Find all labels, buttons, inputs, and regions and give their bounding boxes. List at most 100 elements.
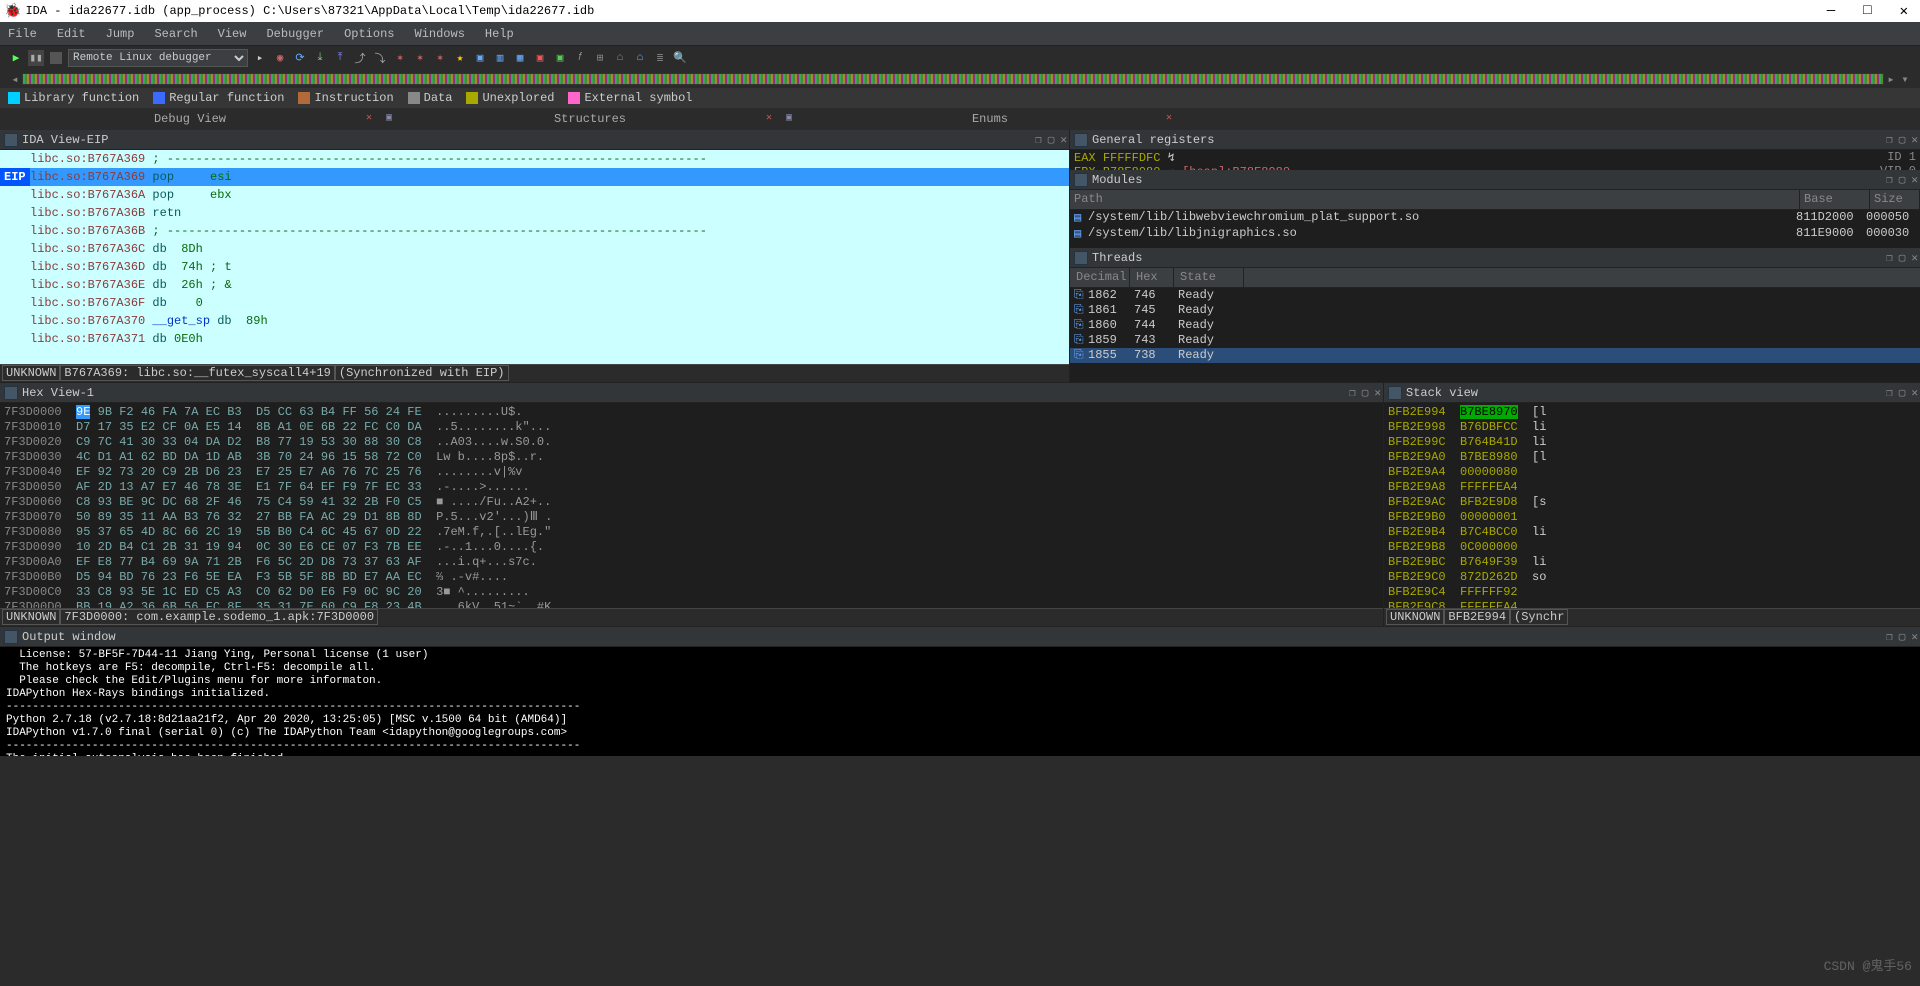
- stack-line[interactable]: BFB2E9AC BFB2E9D8 [s: [1388, 495, 1916, 510]
- stack-line[interactable]: BFB2E9A4 00000080: [1388, 465, 1916, 480]
- nav-left-icon[interactable]: ◂: [8, 72, 22, 87]
- disasm-line[interactable]: libc.so:B767A36B retn: [30, 204, 1069, 222]
- nav-dropdown-icon[interactable]: ▾: [1898, 72, 1912, 87]
- close-icon[interactable]: ✕: [766, 108, 772, 130]
- disasm-line[interactable]: libc.so:B767A36E db 26h ; &: [30, 276, 1069, 294]
- hex-line[interactable]: 7F3D0030 4C D1 A1 62 BD DA 1D AB 3B 70 2…: [4, 450, 1379, 465]
- disasm-line[interactable]: libc.so:B767A370 __get_sp db 89h: [30, 312, 1069, 330]
- disasm-line[interactable]: libc.so:B767A36A pop ebx: [30, 186, 1069, 204]
- tool-icon[interactable]: ⟳: [292, 50, 308, 66]
- tool-icon[interactable]: ⌂: [632, 50, 648, 66]
- hex-line[interactable]: 7F3D0050 AF 2D 13 A7 E7 46 78 3E E1 7F 6…: [4, 480, 1379, 495]
- tool-icon[interactable]: ⤒: [332, 50, 348, 66]
- menu-options[interactable]: Options: [344, 27, 394, 41]
- tool-icon[interactable]: ⌂: [612, 50, 628, 66]
- stack-line[interactable]: BFB2E9A8 FFFFFEA4: [1388, 480, 1916, 495]
- tool-icon[interactable]: ▣: [552, 50, 568, 66]
- disasm-line[interactable]: libc.so:B767A36D db 74h ; t: [30, 258, 1069, 276]
- disasm-line[interactable]: libc.so:B767A369 ; ---------------------…: [30, 150, 1069, 168]
- thread-row[interactable]: ⎘1859743Ready: [1070, 333, 1920, 348]
- close-icon[interactable]: ✕: [1166, 108, 1172, 130]
- register-row[interactable]: EAX FFFFFDFC ↯ ID 1: [1074, 150, 1916, 164]
- panel-min-icon[interactable]: ▢: [1048, 133, 1055, 147]
- hex-line[interactable]: 7F3D0010 D7 17 35 E2 CF 0A E5 14 8B A1 0…: [4, 420, 1379, 435]
- panel-restore-icon[interactable]: ❐: [1886, 173, 1893, 187]
- panel-close-icon[interactable]: ✕: [1060, 133, 1067, 147]
- menu-file[interactable]: File: [8, 27, 37, 41]
- hex-line[interactable]: 7F3D00B0 D5 94 BD 76 23 F6 5E EA F3 5B 5…: [4, 570, 1379, 585]
- stack-line[interactable]: BFB2E9B0 00000001: [1388, 510, 1916, 525]
- tool-icon[interactable]: ◉: [272, 50, 288, 66]
- module-row[interactable]: ▤/system/lib/libwebviewchromium_plat_sup…: [1070, 210, 1920, 226]
- panel-title[interactable]: IDA View-EIP ❐▢✕: [0, 130, 1069, 150]
- stack-line[interactable]: BFB2E998 B76DBFCC li: [1388, 420, 1916, 435]
- stack-line[interactable]: BFB2E9C0 872D262D so: [1388, 570, 1916, 585]
- panel-restore-icon[interactable]: ❐: [1035, 133, 1042, 147]
- stack-line[interactable]: BFB2E99C B764B41D li: [1388, 435, 1916, 450]
- thread-row[interactable]: ⎘1860744Ready: [1070, 318, 1920, 333]
- panel-close-icon[interactable]: ✕: [1911, 630, 1918, 644]
- panel-restore-icon[interactable]: ❐: [1886, 133, 1893, 147]
- navigation-band[interactable]: ◂ ▸ ▾: [0, 70, 1920, 88]
- hex-line[interactable]: 7F3D0020 C9 7C 41 30 33 04 DA D2 B8 77 1…: [4, 435, 1379, 450]
- stack-line[interactable]: BFB2E9A0 B7BE8980 [l: [1388, 450, 1916, 465]
- thread-row[interactable]: ⎘1861745Ready: [1070, 303, 1920, 318]
- stack-line[interactable]: BFB2E9B4 B7C4BCC0 li: [1388, 525, 1916, 540]
- nav-right-icon[interactable]: ▸: [1884, 72, 1898, 87]
- debugger-select[interactable]: Remote Linux debugger: [68, 49, 248, 67]
- menu-debugger[interactable]: Debugger: [266, 27, 324, 41]
- hex-line[interactable]: 7F3D00C0 33 C8 93 5E 1C ED C5 A3 C0 62 D…: [4, 585, 1379, 600]
- tab-icon[interactable]: ▣: [386, 108, 392, 130]
- disasm-line[interactable]: libc.so:B767A369 pop esi: [30, 168, 1069, 186]
- disasm-view[interactable]: EIP libc.so:B767A369 ; -----------------…: [0, 150, 1069, 364]
- tab-icon[interactable]: ▣: [786, 108, 792, 130]
- hex-line[interactable]: 7F3D00A0 EF E8 77 B4 69 9A 71 2B F6 5C 2…: [4, 555, 1379, 570]
- menu-edit[interactable]: Edit: [57, 27, 86, 41]
- panel-min-icon[interactable]: ▢: [1899, 630, 1906, 644]
- tool-icon[interactable]: ▥: [492, 50, 508, 66]
- tool-icon[interactable]: ▣: [532, 50, 548, 66]
- menu-help[interactable]: Help: [485, 27, 514, 41]
- disasm-line[interactable]: libc.so:B767A371 db 0E0h: [30, 330, 1069, 348]
- registers-list[interactable]: EAX FFFFFDFC ↯ ID 1EBX B78E8980 ⇾ [heap]…: [1070, 150, 1920, 170]
- hex-line[interactable]: 7F3D0040 EF 92 73 20 C9 2B D6 23 E7 25 E…: [4, 465, 1379, 480]
- hex-line[interactable]: 7F3D0000 9E 9B F2 46 FA 7A EC B3 D5 CC 6…: [4, 405, 1379, 420]
- stack-line[interactable]: BFB2E9B8 0C000000: [1388, 540, 1916, 555]
- panel-min-icon[interactable]: ▢: [1362, 386, 1369, 400]
- panel-min-icon[interactable]: ▢: [1899, 133, 1906, 147]
- tool-icon[interactable]: ≣: [652, 50, 668, 66]
- tool-icon[interactable]: ✶: [432, 50, 448, 66]
- hex-line[interactable]: 7F3D0070 50 89 35 11 AA B3 76 32 27 BB F…: [4, 510, 1379, 525]
- thread-row[interactable]: ⎘1855738Ready: [1070, 348, 1920, 363]
- panel-close-icon[interactable]: ✕: [1911, 386, 1918, 400]
- disasm-line[interactable]: libc.so:B767A36B ; ---------------------…: [30, 222, 1069, 240]
- stop-button[interactable]: [48, 50, 64, 66]
- tool-icon[interactable]: ✶: [392, 50, 408, 66]
- maximize-button[interactable]: □: [1863, 3, 1871, 20]
- hex-line[interactable]: 7F3D0060 C8 93 BE 9C DC 68 2F 46 75 C4 5…: [4, 495, 1379, 510]
- tool-icon[interactable]: ⤴: [352, 50, 368, 66]
- run-button[interactable]: ▶: [8, 50, 24, 66]
- menu-windows[interactable]: Windows: [415, 27, 465, 41]
- panel-close-icon[interactable]: ✕: [1911, 173, 1918, 187]
- stack-line[interactable]: BFB2E994 B7BE8970 [l: [1388, 405, 1916, 420]
- panel-close-icon[interactable]: ✕: [1911, 133, 1918, 147]
- tool-icon[interactable]: 🔍: [672, 50, 688, 66]
- panel-min-icon[interactable]: ▢: [1899, 173, 1906, 187]
- tab-enums[interactable]: Enums✕: [800, 108, 1180, 130]
- tool-icon[interactable]: ▸: [252, 50, 268, 66]
- tool-icon[interactable]: 𝑓: [572, 50, 588, 66]
- tool-icon[interactable]: ★: [452, 50, 468, 66]
- panel-min-icon[interactable]: ▢: [1899, 251, 1906, 265]
- hex-line[interactable]: 7F3D0080 95 37 65 4D 8C 66 2C 19 5B B0 C…: [4, 525, 1379, 540]
- stack-list[interactable]: BFB2E994 B7BE8970 [lBFB2E998 B76DBFCC li…: [1384, 403, 1920, 608]
- modules-list[interactable]: PathBaseSize ▤/system/lib/libwebviewchro…: [1070, 190, 1920, 248]
- hex-line[interactable]: 7F3D00D0 BB 19 A2 36 6B 56 FC 8F 35 31 7…: [4, 600, 1379, 608]
- menu-jump[interactable]: Jump: [106, 27, 135, 41]
- thread-row[interactable]: ⎘1862746Ready: [1070, 288, 1920, 303]
- tool-icon[interactable]: ⤓: [312, 50, 328, 66]
- panel-close-icon[interactable]: ✕: [1911, 251, 1918, 265]
- panel-restore-icon[interactable]: ❐: [1886, 630, 1893, 644]
- disasm-line[interactable]: libc.so:B767A36C db 8Dh: [30, 240, 1069, 258]
- hex-dump[interactable]: 7F3D0000 9E 9B F2 46 FA 7A EC B3 D5 CC 6…: [0, 403, 1383, 608]
